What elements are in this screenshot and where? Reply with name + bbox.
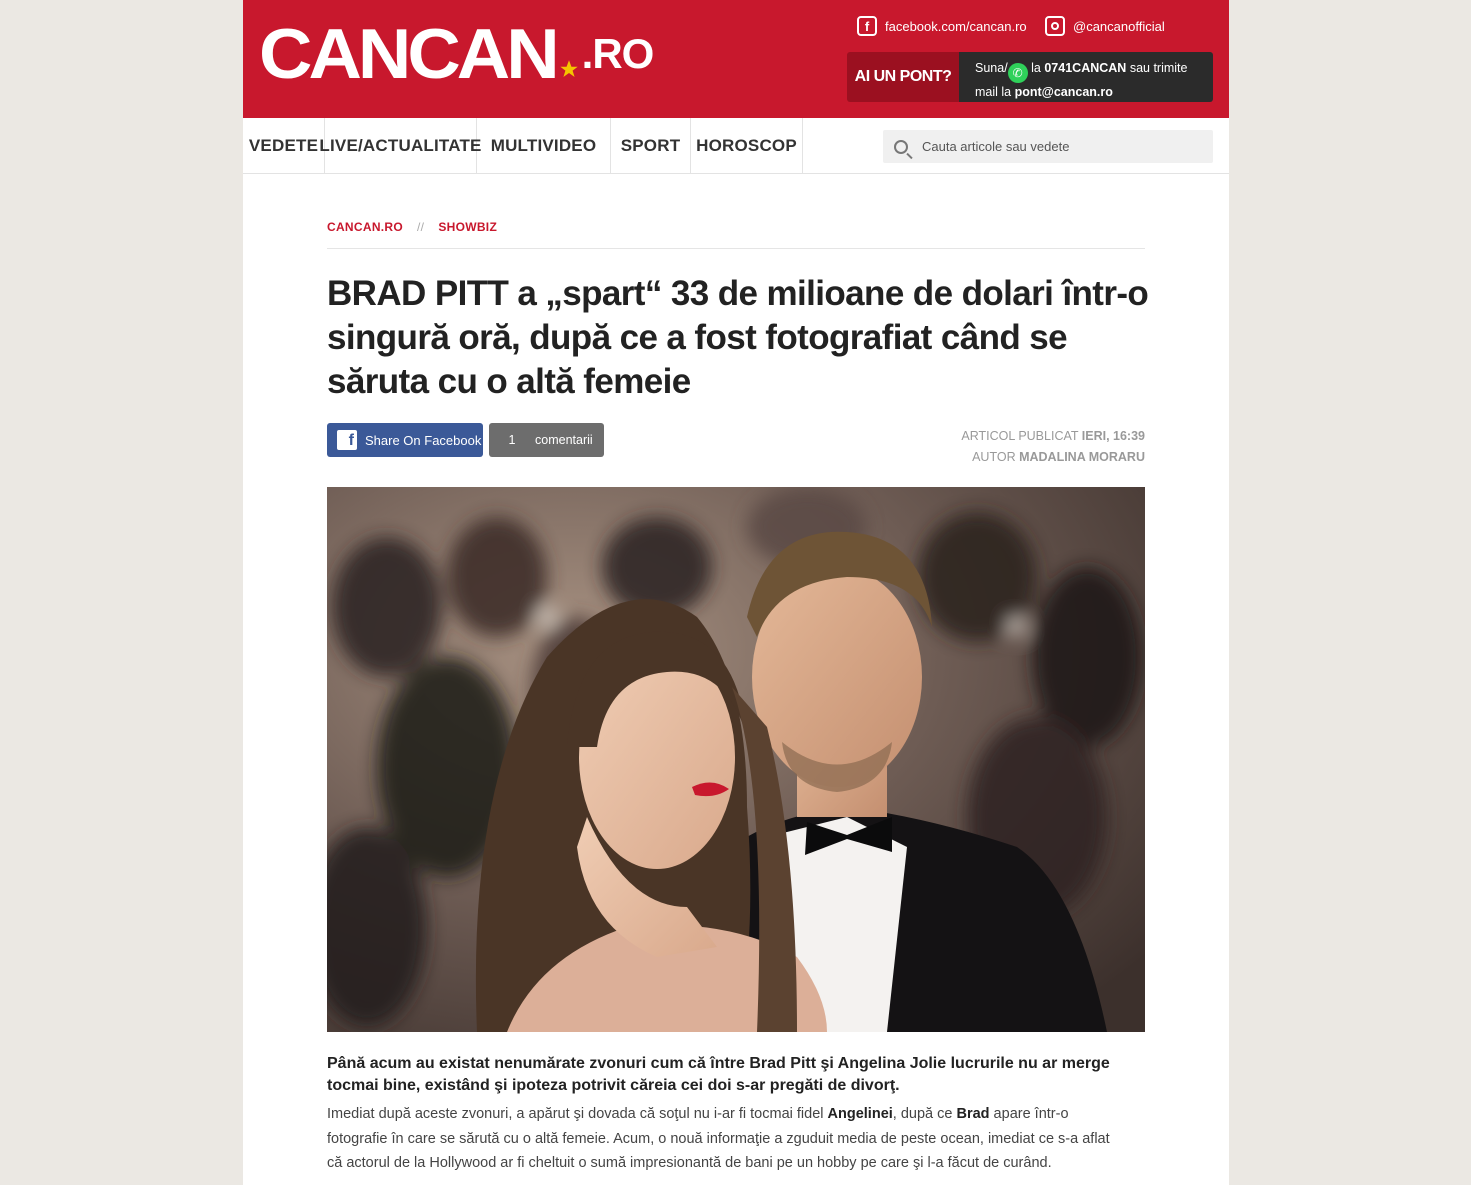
share-facebook-button[interactable]: f Share On Facebook bbox=[327, 423, 483, 457]
body-highlight: Brad bbox=[956, 1106, 990, 1122]
search-input[interactable] bbox=[922, 139, 1182, 154]
search-icon[interactable] bbox=[894, 139, 908, 154]
article-body: Imediat după aceste zvonuri, a apărut şi… bbox=[327, 1102, 1127, 1176]
comments-count: 1 bbox=[508, 433, 516, 447]
tip-email[interactable]: pont@cancan.ro bbox=[1015, 85, 1113, 99]
comments-button[interactable]: 1 comentarii bbox=[489, 423, 604, 457]
instagram-link[interactable]: @cancanofficial bbox=[1045, 16, 1165, 36]
nav-item-vedete[interactable]: VEDETE bbox=[243, 118, 325, 174]
whatsapp-icon: ✆ bbox=[1007, 63, 1028, 83]
breadcrumb-home[interactable]: CANCAN.RO bbox=[327, 220, 403, 234]
tip-box: AI UN PONT? Suna/✆ la 0741CANCAN sau tri… bbox=[847, 52, 1213, 102]
logo-tld: .RO bbox=[581, 30, 655, 77]
author-label: AUTOR bbox=[972, 450, 1020, 464]
hero-photo bbox=[327, 487, 1145, 1032]
breadcrumb-section[interactable]: SHOWBIZ bbox=[438, 220, 497, 234]
breadcrumb-separator: // bbox=[417, 220, 425, 234]
facebook-link[interactable]: f facebook.com/cancan.ro bbox=[857, 16, 1027, 36]
tip-text: Suna/ bbox=[975, 61, 1008, 75]
tip-phone[interactable]: 0741CANCAN bbox=[1044, 61, 1126, 75]
published-date: IERI, 16:39 bbox=[1081, 429, 1145, 443]
tip-text: mail la bbox=[975, 85, 1015, 99]
instagram-icon bbox=[1045, 16, 1065, 36]
article-lead: Până acum au existat nenumărate zvonuri … bbox=[327, 1055, 1110, 1094]
instagram-label: @cancanofficial bbox=[1073, 18, 1165, 34]
article-title: BRAD PITT a „spart“ 33 de milioane de do… bbox=[327, 274, 1149, 401]
page: CANCAN .RO f facebook.com/cancan.ro @can… bbox=[243, 0, 1229, 1185]
tip-info: Suna/✆ la 0741CANCAN sau trimite mail la… bbox=[959, 52, 1213, 102]
article-meta: ARTICOL PUBLICAT IERI, 16:39 AUTOR MADAL… bbox=[961, 426, 1145, 468]
author-name[interactable]: MADALINA MORARU bbox=[1019, 450, 1145, 464]
logo-text: CANCAN bbox=[259, 14, 560, 93]
star-icon bbox=[557, 58, 580, 80]
tip-text: sau trimite bbox=[1126, 61, 1188, 75]
search-box bbox=[883, 130, 1213, 163]
nav-item-horoscop[interactable]: HOROSCOP bbox=[691, 118, 803, 174]
facebook-icon: f bbox=[337, 430, 357, 450]
body-text: Imediat după aceste zvonuri, a apărut şi… bbox=[327, 1106, 828, 1122]
article-hero-image bbox=[327, 487, 1145, 1032]
facebook-icon: f bbox=[857, 16, 877, 36]
nav-item-sport[interactable]: SPORT bbox=[611, 118, 691, 174]
nav-item-multivideo[interactable]: MULTIVIDEO bbox=[477, 118, 611, 174]
site-header: CANCAN .RO f facebook.com/cancan.ro @can… bbox=[243, 0, 1229, 118]
divider bbox=[327, 248, 1145, 249]
published-label: ARTICOL PUBLICAT bbox=[961, 429, 1082, 443]
facebook-label: facebook.com/cancan.ro bbox=[885, 18, 1027, 34]
site-logo[interactable]: CANCAN .RO bbox=[259, 14, 655, 94]
comments-label: comentarii bbox=[535, 433, 593, 447]
body-text: , după ce bbox=[892, 1106, 957, 1122]
tip-label: AI UN PONT? bbox=[847, 52, 959, 102]
share-label: Share On Facebook bbox=[365, 432, 482, 448]
breadcrumb: CANCAN.RO // SHOWBIZ bbox=[327, 220, 497, 234]
body-highlight: Angelinei bbox=[827, 1106, 893, 1122]
main-nav: VEDETE LIVE/ACTUALITATE MULTIVIDEO SPORT… bbox=[243, 118, 1229, 174]
tip-text: la bbox=[1027, 61, 1045, 75]
nav-item-live-actualitate[interactable]: LIVE/ACTUALITATE bbox=[319, 118, 481, 174]
